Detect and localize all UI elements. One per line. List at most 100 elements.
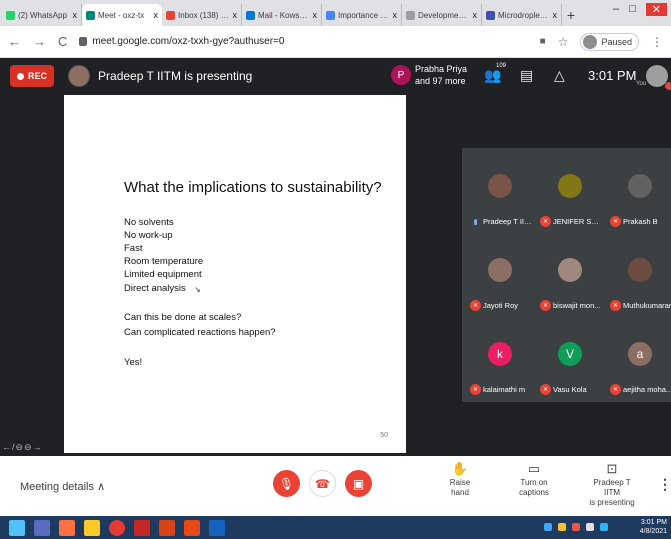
participant-tile[interactable]: ✕ Jayoti Roy [465, 238, 535, 322]
mouse-cursor-icon: ↘ [194, 285, 201, 294]
tab-title: Inbox (138) - kow [178, 10, 230, 20]
presentation-stage: What the implications to sustainability?… [0, 93, 462, 455]
meeting-clock: 3:01 PM [588, 68, 637, 83]
tab-close-icon[interactable]: x [233, 10, 238, 20]
maximize-icon[interactable]: □ [629, 3, 636, 16]
mic-muted-icon: ✕ [610, 300, 621, 311]
people-icon[interactable]: 👥 [484, 67, 501, 84]
url-field[interactable]: meet.google.com/oxz-txxh-gye?authuser=0 [79, 31, 527, 53]
participant-tile[interactable]: k ✕ kalaimathi m [465, 322, 535, 406]
raise-hand-label: Raise hand [449, 478, 471, 497]
bookmark-star-icon[interactable]: ☆ [558, 35, 569, 49]
participant-name: JENIFER SHA... [553, 217, 604, 226]
tray-battery-icon[interactable] [572, 523, 580, 531]
participant-tile[interactable]: V ✕ Vasu Kola [535, 322, 605, 406]
profile-button[interactable]: Paused [580, 32, 639, 51]
camera-off-icon: ▣ [352, 476, 365, 491]
tray-volume-icon[interactable] [586, 523, 594, 531]
taskbar-time: 3:01 PM [640, 519, 667, 526]
browser-tab[interactable]: Mail - Kowshalyax [242, 4, 322, 26]
meeting-details-button[interactable]: Meeting details ∧ [20, 480, 105, 493]
new-tab-button[interactable]: + [562, 4, 580, 26]
participant-avatar [488, 174, 512, 198]
search-app-icon[interactable] [34, 519, 50, 536]
participant-tile[interactable]: ✕ Muthukumaran [605, 238, 671, 322]
tab-close-icon[interactable]: x [553, 10, 558, 20]
browser-tab[interactable]: Meet - oxz-tx x [82, 4, 162, 26]
browser-tab[interactable]: (2) WhatsApp x [2, 4, 82, 26]
reload-icon[interactable]: C [58, 34, 67, 49]
tray-network-icon[interactable] [558, 523, 566, 531]
tab-close-icon[interactable]: x [154, 10, 159, 20]
address-bar: ← → C meet.google.com/oxz-txxh-gye?authu… [0, 26, 671, 58]
more-options-icon[interactable]: ⋮ [658, 476, 671, 493]
chrome-profile-icon[interactable] [159, 519, 175, 536]
tab-close-icon[interactable]: x [313, 10, 318, 20]
participant-name-row: ✕ Jayoti Roy [470, 300, 534, 311]
powerpoint-icon[interactable] [184, 519, 200, 536]
pinned-participant-info[interactable]: Prabha Priya and 97 more [415, 63, 467, 87]
participant-tile[interactable]: ✕ Prakash B [605, 154, 671, 238]
file-explorer-icon[interactable] [84, 519, 100, 536]
slide-bullet-line: Room temperature [124, 256, 204, 267]
hand-icon: ✋ [451, 461, 469, 476]
participant-tile[interactable]: ✕ JENIFER SHA... [535, 154, 605, 238]
firefox-icon[interactable] [59, 519, 75, 536]
slide-page-number: 50 [380, 432, 388, 439]
back-icon[interactable]: ← [8, 34, 21, 49]
participant-tile[interactable]: a ✕ aejitha moha... [605, 322, 671, 406]
participant-name: aejitha moha... [623, 385, 671, 394]
speaking-indicator-icon: ▮ [473, 218, 478, 226]
presenting-text: Pradeep T IITM is presenting [98, 69, 253, 83]
chrome-icon[interactable] [109, 519, 125, 536]
self-label: You [636, 81, 647, 87]
browser-tab[interactable]: Development of x [402, 4, 482, 26]
forward-icon[interactable]: → [33, 34, 46, 49]
phone-hangup-icon: ☎ [315, 476, 330, 491]
participant-name-row: ✕ Vasu Kola [540, 384, 604, 395]
participant-name: Pradeep T IITM [483, 217, 534, 226]
tab-title: Microdroplets in [498, 10, 550, 20]
participant-name-row: ✕ biswajit mon... [540, 300, 604, 311]
tab-close-icon[interactable]: x [393, 10, 398, 20]
browser-tab[interactable]: Importance of mix [322, 4, 402, 26]
captions-button[interactable]: ▭ Turn on captions [505, 462, 563, 498]
close-window-icon[interactable]: ✕ [645, 3, 667, 16]
presenting-line2: is presenting [589, 498, 635, 507]
windows-start-icon[interactable] [9, 519, 25, 536]
tab-favicon-icon [86, 10, 95, 20]
participant-tile[interactable]: ✕ biswajit mon... [535, 238, 605, 322]
participant-tile[interactable]: ▮ Pradeep T IITM [465, 154, 535, 238]
tab-close-icon[interactable]: x [473, 10, 478, 20]
tab-close-icon[interactable]: x [73, 10, 78, 20]
chevron-up-icon: ∧ [97, 481, 106, 493]
acrobat-icon[interactable] [134, 519, 150, 536]
microphone-toggle-button[interactable]: 🎙 [273, 470, 300, 497]
activities-icon[interactable]: △ [554, 67, 565, 84]
participant-avatar [628, 174, 652, 198]
word-icon[interactable] [209, 519, 225, 536]
participant-avatar: V [558, 342, 582, 366]
pinned-participant-avatar[interactable]: P [391, 65, 411, 85]
taskbar-clock[interactable]: 3:01 PM 4/8/2021 [640, 518, 667, 536]
chat-icon[interactable]: ▤ [520, 67, 533, 84]
participant-count: 109 [496, 63, 507, 69]
tray-app-icon[interactable] [544, 523, 552, 531]
browser-tab[interactable]: Inbox (138) - kowx [162, 4, 242, 26]
presenting-button[interactable]: ⊡ Pradeep T IITM is presenting [585, 461, 639, 508]
self-mute-badge-icon [665, 82, 671, 90]
tray-wifi-icon[interactable] [600, 523, 608, 531]
browser-menu-icon[interactable]: ⋮ [651, 35, 663, 49]
slide-bullet-line: Direct analysis [124, 283, 186, 294]
raise-hand-button[interactable]: ✋ Raise hand [440, 461, 480, 498]
slide-navigation-tools[interactable]: ←/⊖⊖→ [2, 442, 43, 453]
taskbar-date: 4/8/2021 [639, 528, 667, 535]
tab-favicon-icon [326, 10, 335, 20]
mic-muted-icon: ✕ [470, 384, 481, 395]
leave-call-button[interactable]: ☎ [309, 470, 336, 497]
present-screen-icon: ⊡ [606, 461, 618, 476]
camera-toggle-button[interactable]: ▣ [345, 470, 372, 497]
minimize-icon[interactable]: – [613, 3, 619, 16]
cast-icon[interactable]: ■ [540, 36, 546, 47]
browser-tab[interactable]: Microdroplets in x [482, 4, 562, 26]
